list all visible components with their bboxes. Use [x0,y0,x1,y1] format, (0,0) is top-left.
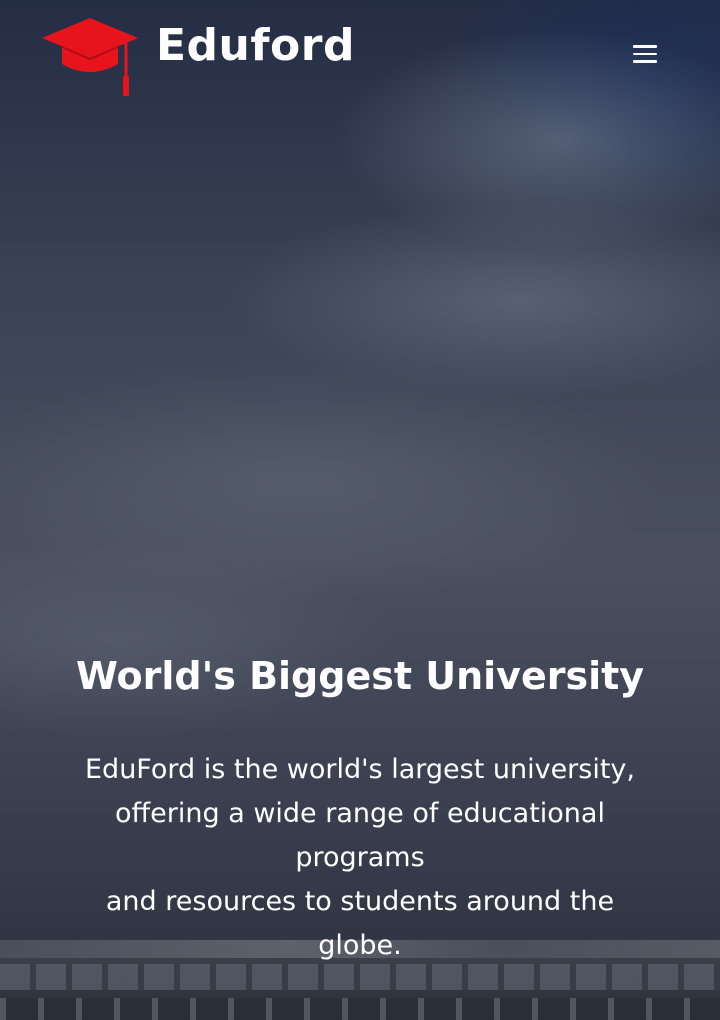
brand-logo[interactable]: Eduford [40,16,355,100]
hamburger-menu-icon[interactable] [626,38,664,70]
graduation-cap-icon [42,18,138,96]
site-header: Eduford [0,0,720,110]
hero-description-line: EduFord is the world's largest universit… [85,754,635,785]
hero-content: World's Biggest University EduFord is th… [0,648,720,968]
hero-title: World's Biggest University [75,654,645,698]
hero-description: EduFord is the world's largest universit… [70,748,650,968]
hero-description-line: and resources to students around the glo… [105,886,615,961]
hero-description-line: offering a wide range of educational pro… [115,798,605,873]
brand-name: Eduford [156,20,355,71]
